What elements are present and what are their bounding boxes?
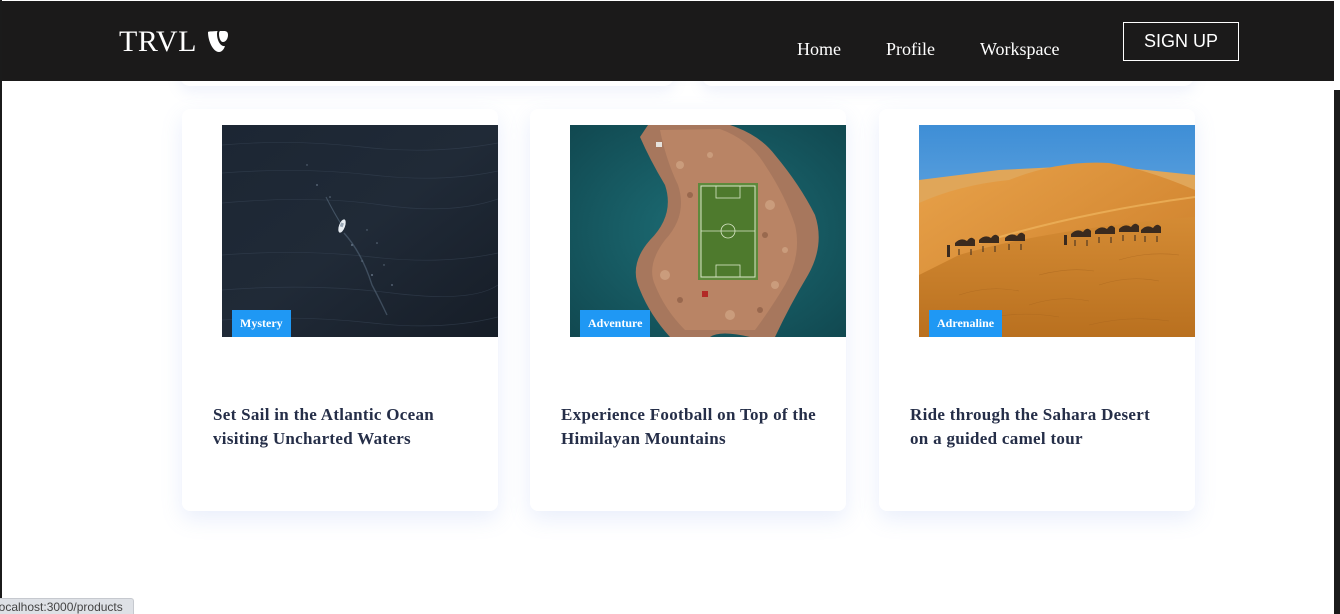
logo-text[interactable]: TRVL: [119, 25, 197, 59]
card-title[interactable]: Experience Football on Top of the Himila…: [561, 403, 821, 451]
logo[interactable]: TRVL: [119, 25, 231, 59]
window-left-edge: [0, 0, 2, 614]
card-title[interactable]: Ride through the Sahara Desert on a guid…: [910, 403, 1170, 451]
navbar: TRVL Home Profile Workspace SIGN UP: [2, 1, 1334, 81]
status-bar-url: localhost:3000/products: [0, 598, 134, 614]
category-tag: Mystery: [232, 310, 291, 337]
trip-card-adrenaline[interactable]: Adrenaline Ride through the Sahara Deser…: [879, 109, 1195, 511]
trip-card-adventure[interactable]: Adventure Experience Football on Top of …: [530, 109, 846, 511]
card-title[interactable]: Set Sail in the Atlantic Ocean visiting …: [213, 403, 473, 451]
nav-link-home[interactable]: Home: [797, 39, 841, 60]
nav-link-workspace[interactable]: Workspace: [980, 39, 1060, 60]
ocean-boat-image[interactable]: Mystery: [222, 125, 498, 337]
island-football-field-image[interactable]: Adventure: [570, 125, 846, 337]
nav-link-profile[interactable]: Profile: [886, 39, 935, 60]
sign-up-button[interactable]: SIGN UP: [1123, 22, 1239, 61]
window-right-edge: [1334, 90, 1340, 614]
category-tag: Adventure: [580, 310, 651, 337]
category-tag: Adrenaline: [929, 310, 1003, 337]
typo3-icon: [205, 29, 231, 55]
desert-camels-image[interactable]: Adrenaline: [919, 125, 1195, 337]
trip-card-mystery[interactable]: Mystery Set Sail in the Atlantic Ocean v…: [182, 109, 498, 511]
